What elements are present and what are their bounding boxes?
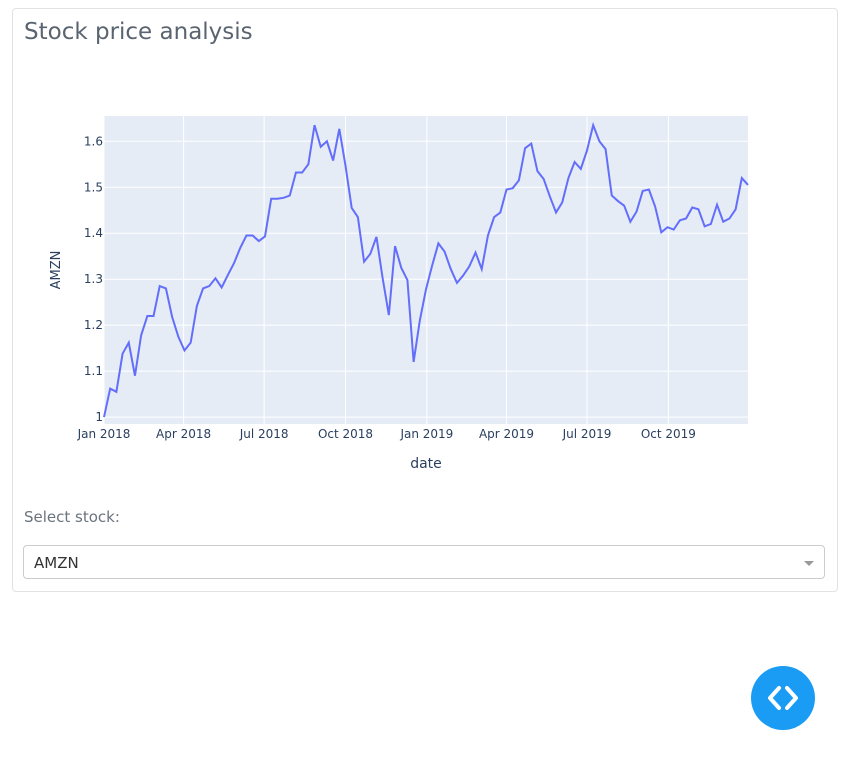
plot-area: [104, 116, 748, 424]
chevron-down-icon[interactable]: [804, 561, 814, 566]
x-tick-label: Oct 2019: [641, 427, 696, 441]
code-toggle-button[interactable]: [751, 666, 815, 730]
y-tick-label: 1.5: [84, 180, 103, 194]
x-tick-label: Jul 2018: [239, 427, 289, 441]
x-tick-label: Apr 2019: [479, 427, 534, 441]
select-stock-label: Select stock:: [24, 508, 120, 526]
y-tick-label: 1.4: [84, 226, 103, 240]
x-tick-label: Jan 2019: [399, 427, 453, 441]
stock-select-value: AMZN: [34, 554, 79, 572]
x-tick-label: Jan 2018: [77, 427, 131, 441]
y-tick-label: 1.6: [84, 134, 103, 148]
y-tick-label: 1.1: [84, 364, 103, 378]
x-tick-label: Oct 2018: [318, 427, 373, 441]
y-tick-label: 1.2: [84, 318, 103, 332]
x-axis-title: date: [410, 456, 442, 472]
x-tick-labels: Jan 2018 Apr 2018 Jul 2018 Oct 2018 Jan 2019…: [77, 427, 696, 441]
stock-price-chart: 1 1.1 1.2 1.3 1.4 1.5 1.6 Jan 2018 Apr 2018 Jul …: [49, 116, 749, 472]
stock-select[interactable]: AMZN: [23, 545, 825, 579]
x-tick-label: Jul 2019: [562, 427, 612, 441]
y-tick-label: 1: [95, 410, 103, 424]
code-icon: [768, 686, 798, 710]
dashboard-card: Stock price analysis 1 1.1 1.2 1.3 1.4 1.5 1.6…: [12, 8, 838, 592]
y-axis-title: AMZN: [49, 251, 64, 290]
y-tick-labels: 1 1.1 1.2 1.3 1.4 1.5 1.6: [84, 134, 103, 424]
x-tick-label: Apr 2018: [156, 427, 211, 441]
y-tick-label: 1.3: [84, 272, 103, 286]
